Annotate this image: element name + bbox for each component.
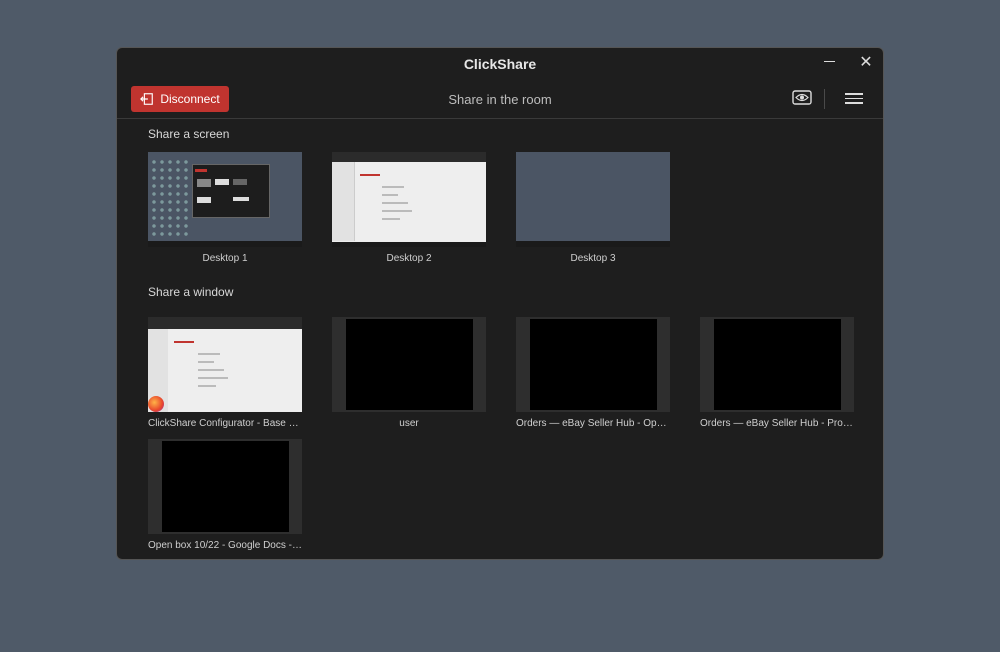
screen-tile-label: Desktop 2	[386, 253, 432, 264]
clickshare-window: ClickShare ✕ Disconnect Share in the roo…	[116, 47, 884, 560]
window-tile-label: ClickShare Configurator - Base Unit ...	[148, 418, 302, 429]
window-tile-label: Orders — eBay Seller Hub - Opera	[516, 418, 670, 429]
room-label: Share in the room	[448, 92, 552, 107]
window-tile-label: Open box 10/22 - Google Docs - Go...	[148, 540, 302, 551]
window-thumbnail	[148, 439, 302, 534]
window-tile-label: Orders — eBay Seller Hub - Profile 1...	[700, 418, 854, 429]
share-window-heading: Share a window	[148, 285, 234, 299]
screen-tile-label: Desktop 3	[570, 253, 616, 264]
window-thumbnail	[700, 317, 854, 412]
eye-icon[interactable]	[791, 88, 815, 108]
toolbar: Disconnect Share in the room	[117, 84, 883, 119]
screen-tile-desktop-2[interactable]: Desktop 2	[332, 152, 486, 264]
window-thumbnail	[332, 317, 486, 412]
window-tile-orders-profile[interactable]: Orders — eBay Seller Hub - Profile 1...	[700, 317, 854, 429]
app-title: ClickShare	[463, 56, 537, 72]
window-tile-google-docs[interactable]: Open box 10/22 - Google Docs - Go...	[148, 439, 302, 551]
minimize-icon[interactable]	[817, 52, 843, 74]
screen-tile-label: Desktop 1	[202, 253, 248, 264]
desktop-2-thumbnail	[332, 152, 486, 247]
window-tile-user[interactable]: user	[332, 317, 486, 429]
screen-tile-desktop-3[interactable]: Desktop 3	[516, 152, 670, 264]
window-thumbnail	[148, 317, 302, 412]
firefox-icon	[148, 396, 164, 412]
desktop-3-thumbnail	[516, 152, 670, 247]
toolbar-divider	[824, 89, 825, 109]
screen-tile-desktop-1[interactable]: Desktop 1	[148, 152, 302, 264]
window-tile-clickshare-configurator[interactable]: ClickShare Configurator - Base Unit ...	[148, 317, 302, 429]
close-icon[interactable]: ✕	[853, 52, 879, 74]
window-tile-orders-opera[interactable]: Orders — eBay Seller Hub - Opera	[516, 317, 670, 429]
desktop-1-thumbnail	[148, 152, 302, 247]
hamburger-menu-icon[interactable]	[845, 90, 863, 106]
window-thumbnail	[516, 317, 670, 412]
share-screen-heading: Share a screen	[148, 127, 230, 141]
title-bar: ClickShare ✕	[117, 48, 883, 78]
window-tile-label: user	[399, 418, 419, 429]
